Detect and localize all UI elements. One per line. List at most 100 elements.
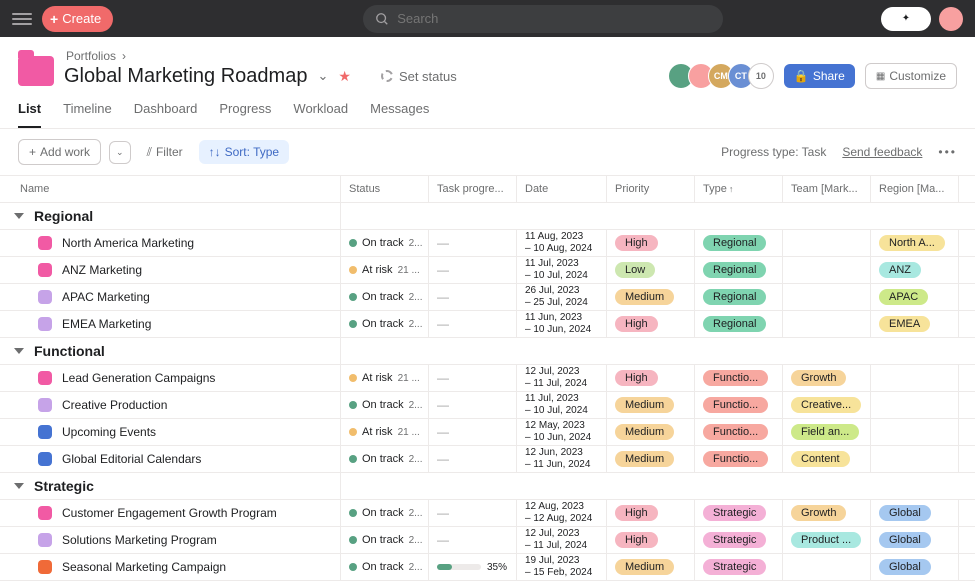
member-avatars[interactable]: CM CT 10	[674, 63, 774, 89]
add-work-button[interactable]: +Add work	[18, 139, 101, 165]
type-pill[interactable]: Functio...	[703, 451, 768, 467]
status-pill[interactable]: On track2...	[349, 453, 422, 465]
col-team[interactable]: Team [Mark...	[782, 176, 870, 202]
caret-icon[interactable]	[14, 483, 24, 489]
table-row[interactable]: Seasonal Marketing Campaign On track2...…	[0, 554, 975, 581]
table-row[interactable]: Lead Generation Campaigns At risk21 ... …	[0, 365, 975, 392]
group-row[interactable]: Strategic	[0, 473, 975, 500]
priority-pill[interactable]: Medium	[615, 424, 674, 440]
priority-pill[interactable]: Medium	[615, 397, 674, 413]
customize-button[interactable]: ▦Customize	[865, 63, 957, 89]
status-pill[interactable]: On track2...	[349, 399, 422, 411]
group-row[interactable]: Functional	[0, 338, 975, 365]
type-pill[interactable]: Functio...	[703, 370, 768, 386]
search-input[interactable]	[397, 11, 711, 26]
favorite-star-icon[interactable]: ★	[338, 68, 351, 85]
table-row[interactable]: Upcoming Events At risk21 ... — 12 May, …	[0, 419, 975, 446]
table-row[interactable]: Creative Production On track2... — 11 Ju…	[0, 392, 975, 419]
team-pill[interactable]: Growth	[791, 370, 846, 386]
table-row[interactable]: EMEA Marketing On track2... — 11 Jun, 20…	[0, 311, 975, 338]
region-pill[interactable]: APAC	[879, 289, 928, 305]
status-text: On track	[362, 318, 404, 330]
create-button[interactable]: +Create	[42, 6, 113, 32]
team-pill[interactable]: Growth	[791, 505, 846, 521]
col-region[interactable]: Region [Ma...	[870, 176, 958, 202]
region-pill[interactable]: North A...	[879, 235, 945, 251]
chevron-down-icon[interactable]: ⌄	[317, 68, 328, 84]
region-pill[interactable]: EMEA	[879, 316, 930, 332]
avatar[interactable]	[939, 7, 963, 31]
col-priority[interactable]: Priority	[606, 176, 694, 202]
type-pill[interactable]: Regional	[703, 235, 766, 251]
priority-pill[interactable]: High	[615, 505, 658, 521]
type-pill[interactable]: Regional	[703, 262, 766, 278]
add-work-dropdown[interactable]: ⌄	[109, 141, 131, 164]
region-pill[interactable]: Global	[879, 505, 931, 521]
region-pill[interactable]: ANZ	[879, 262, 921, 278]
table-row[interactable]: Solutions Marketing Program On track2...…	[0, 527, 975, 554]
tab-progress[interactable]: Progress	[219, 101, 271, 128]
col-date[interactable]: Date	[516, 176, 606, 202]
type-pill[interactable]: Functio...	[703, 397, 768, 413]
sort-chip[interactable]: ↑↓Sort: Type	[199, 140, 289, 164]
progress-type-label[interactable]: Progress type: Task	[721, 145, 826, 159]
caret-icon[interactable]	[14, 348, 24, 354]
set-status-button[interactable]: Set status	[381, 69, 457, 84]
filter-button[interactable]: ⫽Filter	[139, 140, 191, 165]
menu-icon[interactable]	[12, 9, 32, 29]
table-row[interactable]: Customer Engagement Growth Program On tr…	[0, 500, 975, 527]
col-type[interactable]: Type ↑	[694, 176, 782, 202]
status-pill[interactable]: At risk21 ...	[349, 426, 420, 438]
tab-timeline[interactable]: Timeline	[63, 101, 112, 128]
group-row[interactable]: Regional	[0, 203, 975, 230]
priority-pill[interactable]: Medium	[615, 451, 674, 467]
tab-list[interactable]: List	[18, 101, 41, 128]
team-pill[interactable]: Product ...	[791, 532, 861, 548]
search-box[interactable]	[363, 5, 723, 33]
tab-dashboard[interactable]: Dashboard	[134, 101, 198, 128]
type-pill[interactable]: Regional	[703, 289, 766, 305]
status-pill[interactable]: On track2...	[349, 237, 422, 249]
col-progress[interactable]: Task progre...	[428, 176, 516, 202]
type-pill[interactable]: Functio...	[703, 424, 768, 440]
tab-workload[interactable]: Workload	[293, 101, 348, 128]
type-pill[interactable]: Strategic	[703, 532, 766, 548]
priority-pill[interactable]: High	[615, 532, 658, 548]
status-text: On track	[362, 399, 404, 411]
status-pill[interactable]: At risk21 ...	[349, 264, 420, 276]
status-pill[interactable]: On track2...	[349, 561, 422, 573]
region-pill[interactable]: Global	[879, 559, 931, 575]
team-pill[interactable]: Creative...	[791, 397, 861, 413]
table-row[interactable]: APAC Marketing On track2... — 26 Jul, 20…	[0, 284, 975, 311]
status-pill[interactable]: At risk21 ...	[349, 372, 420, 384]
breadcrumb-link[interactable]: Portfolios	[66, 49, 116, 63]
priority-pill[interactable]: Medium	[615, 559, 674, 575]
type-pill[interactable]: Strategic	[703, 505, 766, 521]
share-button[interactable]: 🔒Share	[784, 64, 855, 88]
priority-pill[interactable]: Low	[615, 262, 655, 278]
lock-icon: 🔒	[794, 69, 809, 83]
table-row[interactable]: Global Editorial Calendars On track2... …	[0, 446, 975, 473]
upgrade-pill[interactable]: ✦	[881, 7, 931, 31]
team-pill[interactable]: Field an...	[791, 424, 859, 440]
table-row[interactable]: North America Marketing On track2... — 1…	[0, 230, 975, 257]
caret-icon[interactable]	[14, 213, 24, 219]
region-pill[interactable]: Global	[879, 532, 931, 548]
priority-pill[interactable]: High	[615, 235, 658, 251]
priority-pill[interactable]: Medium	[615, 289, 674, 305]
col-status[interactable]: Status	[340, 176, 428, 202]
team-pill[interactable]: Content	[791, 451, 850, 467]
type-pill[interactable]: Regional	[703, 316, 766, 332]
send-feedback-link[interactable]: Send feedback	[842, 145, 922, 159]
priority-pill[interactable]: High	[615, 370, 658, 386]
type-pill[interactable]: Strategic	[703, 559, 766, 575]
status-pill[interactable]: On track2...	[349, 507, 422, 519]
status-pill[interactable]: On track2...	[349, 534, 422, 546]
table-row[interactable]: ANZ Marketing At risk21 ... — 11 Jul, 20…	[0, 257, 975, 284]
status-pill[interactable]: On track2...	[349, 318, 422, 330]
priority-pill[interactable]: High	[615, 316, 658, 332]
more-icon[interactable]: •••	[938, 145, 957, 159]
tab-messages[interactable]: Messages	[370, 101, 429, 128]
col-name[interactable]: Name	[0, 176, 340, 202]
status-pill[interactable]: On track2...	[349, 291, 422, 303]
